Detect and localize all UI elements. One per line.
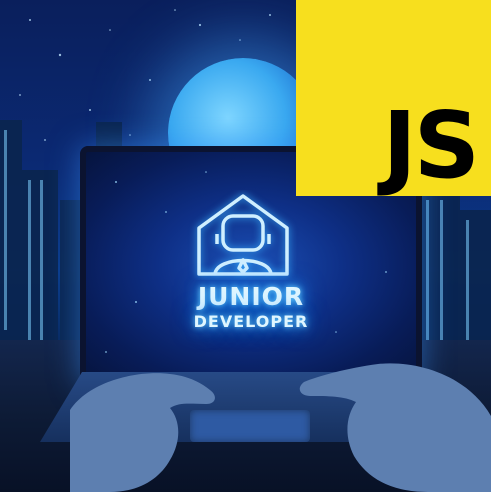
developer-house-icon [197,194,289,276]
screen-title-line1: JUNIOR [197,282,305,311]
screen-title-line2: DEVELOPER [193,312,309,331]
right-hand [299,363,491,492]
js-badge-text: JS [382,92,480,199]
promo-illustration: JUNIOR DEVELOPER JS [0,0,491,492]
js-badge: JS [296,0,491,196]
left-hand [70,373,215,492]
